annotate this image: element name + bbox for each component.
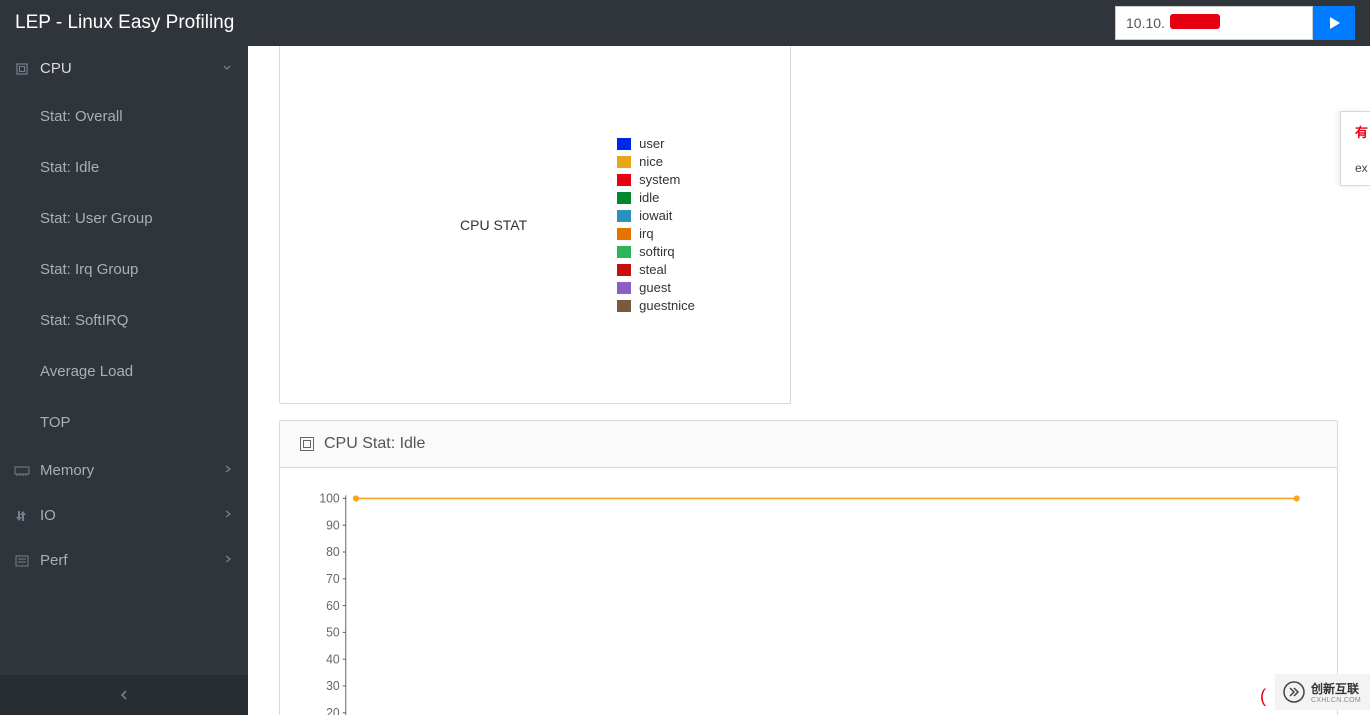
legend-label: user <box>639 136 664 151</box>
legend-swatch <box>617 246 631 258</box>
main-content: CPU STAT user nice system idle iowait irq soft… <box>248 46 1370 715</box>
svg-text:100: 100 <box>319 491 339 505</box>
sidebar-sub-stat-usergroup[interactable]: Stat: User Group <box>0 193 248 244</box>
chevron-down-icon <box>222 62 232 75</box>
chevron-right-icon <box>224 509 232 522</box>
legend-swatch <box>617 228 631 240</box>
sub-label: Stat: Idle <box>40 159 99 176</box>
side-panel-title: 有 <box>1355 122 1360 141</box>
legend-label: softirq <box>639 244 674 259</box>
cpu-idle-header: CPU Stat: Idle <box>280 421 1337 468</box>
svg-text:90: 90 <box>326 518 340 532</box>
svg-text:60: 60 <box>326 599 340 613</box>
sidebar-sub-stat-overall[interactable]: Stat: Overall <box>0 91 248 142</box>
header-controls <box>1115 6 1355 40</box>
cpu-stat-card: CPU STAT user nice system idle iowait irq soft… <box>279 46 791 404</box>
sub-label: Stat: Irq Group <box>40 261 138 278</box>
side-panel-line: ex <box>1355 161 1360 175</box>
legend-item[interactable]: idle <box>617 190 695 205</box>
sidebar-item-label: CPU <box>40 60 72 77</box>
sidebar-item-memory[interactable]: Memory <box>0 448 248 493</box>
play-button[interactable] <box>1313 6 1355 40</box>
legend-swatch <box>617 300 631 312</box>
watermark: 创新互联 CXHLCN.COM <box>1275 674 1370 710</box>
legend-item[interactable]: system <box>617 172 695 187</box>
sidebar-sub-stat-idle[interactable]: Stat: Idle <box>0 142 248 193</box>
memory-icon <box>14 463 30 479</box>
chevron-right-icon <box>224 554 232 567</box>
sidebar-sub-stat-softirq[interactable]: Stat: SoftIRQ <box>0 295 248 346</box>
legend-swatch <box>617 174 631 186</box>
legend-item[interactable]: softirq <box>617 244 695 259</box>
legend-label: nice <box>639 154 663 169</box>
legend-item[interactable]: user <box>617 136 695 151</box>
legend-label: steal <box>639 262 666 277</box>
legend-item[interactable]: guestnice <box>617 298 695 313</box>
ip-input-wrapper <box>1115 6 1313 40</box>
legend-label: irq <box>639 226 653 241</box>
watermark-brand: 创新互联 <box>1311 680 1361 697</box>
svg-text:80: 80 <box>326 545 340 559</box>
legend-swatch <box>617 156 631 168</box>
side-panel[interactable]: 有 ex <box>1340 111 1370 186</box>
legend-swatch <box>617 138 631 150</box>
decorative-caret: ( <box>1260 686 1270 700</box>
sidebar-item-io[interactable]: IO <box>0 493 248 538</box>
legend-swatch <box>617 192 631 204</box>
idle-chart-svg: 100 90 80 70 60 50 40 30 20 <box>300 488 1317 715</box>
cpu-idle-card: CPU Stat: Idle 100 90 80 70 60 50 40 30 20 <box>279 420 1338 715</box>
app-title: LEP - Linux Easy Profiling <box>15 12 234 34</box>
sub-label: Stat: Overall <box>40 108 123 125</box>
legend-label: iowait <box>639 208 672 223</box>
legend-label: guest <box>639 280 671 295</box>
cpu-idle-chart: 100 90 80 70 60 50 40 30 20 <box>280 468 1337 715</box>
ip-input[interactable] <box>1115 6 1313 40</box>
legend-item[interactable]: nice <box>617 154 695 169</box>
cpu-idle-title: CPU Stat: Idle <box>324 435 425 453</box>
legend-swatch <box>617 210 631 222</box>
sidebar-item-label: IO <box>40 507 56 524</box>
watermark-sub: CXHLCN.COM <box>1311 697 1361 704</box>
app-header: LEP - Linux Easy Profiling <box>0 0 1370 46</box>
io-icon <box>14 508 30 524</box>
sidebar-item-label: Memory <box>40 462 94 479</box>
cpu-stat-legend: user nice system idle iowait irq softirq steal g… <box>617 136 695 313</box>
svg-text:40: 40 <box>326 652 340 666</box>
sidebar-sub-averageload[interactable]: Average Load <box>0 346 248 397</box>
sub-label: TOP <box>40 414 71 431</box>
legend-item[interactable]: guest <box>617 280 695 295</box>
play-icon <box>1326 15 1342 31</box>
sidebar-sub-stat-irqgroup[interactable]: Stat: Irq Group <box>0 244 248 295</box>
sidebar: CPU Stat: Overall Stat: Idle Stat: User … <box>0 46 248 715</box>
cpu-stat-title: CPU STAT <box>460 217 527 233</box>
perf-icon <box>14 553 30 569</box>
chevron-left-icon <box>119 689 129 701</box>
legend-item[interactable]: iowait <box>617 208 695 223</box>
sidebar-item-cpu[interactable]: CPU <box>0 46 248 91</box>
cpu-icon <box>300 437 314 451</box>
svg-text:30: 30 <box>326 679 340 693</box>
sidebar-content: CPU Stat: Overall Stat: Idle Stat: User … <box>0 46 248 675</box>
svg-text:70: 70 <box>326 572 340 586</box>
sidebar-sub-top[interactable]: TOP <box>0 397 248 448</box>
sidebar-collapse-button[interactable] <box>0 675 248 715</box>
legend-swatch <box>617 282 631 294</box>
sub-label: Stat: User Group <box>40 210 153 227</box>
sidebar-item-label: Perf <box>40 552 68 569</box>
cpu-icon <box>14 61 30 77</box>
legend-label: idle <box>639 190 659 205</box>
svg-text:50: 50 <box>326 625 340 639</box>
legend-swatch <box>617 264 631 276</box>
sub-label: Stat: SoftIRQ <box>40 312 128 329</box>
legend-label: guestnice <box>639 298 695 313</box>
legend-item[interactable]: irq <box>617 226 695 241</box>
legend-label: system <box>639 172 680 187</box>
sub-label: Average Load <box>40 363 133 380</box>
chevron-right-icon <box>224 464 232 477</box>
sidebar-item-perf[interactable]: Perf <box>0 538 248 583</box>
cpu-submenu: Stat: Overall Stat: Idle Stat: User Grou… <box>0 91 248 448</box>
legend-item[interactable]: steal <box>617 262 695 277</box>
svg-text:20: 20 <box>326 706 340 715</box>
watermark-logon-icon <box>1281 679 1307 705</box>
